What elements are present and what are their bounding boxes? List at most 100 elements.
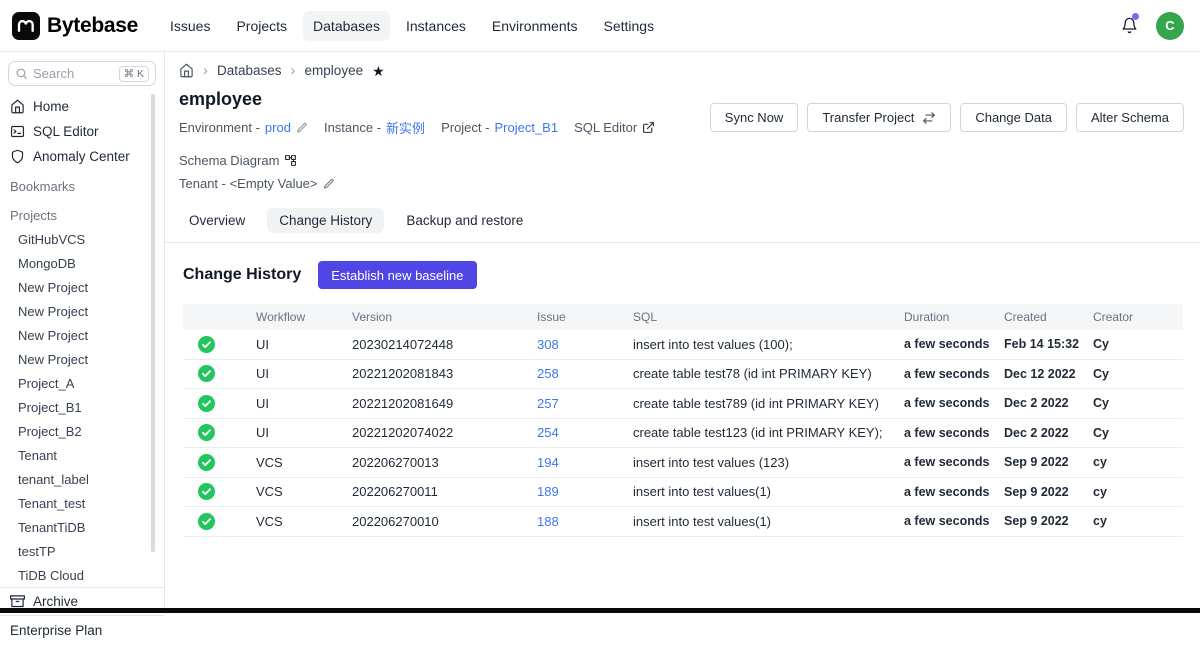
issue-link[interactable]: 308 (537, 337, 559, 352)
environment-link[interactable]: prod (265, 120, 291, 135)
duration-cell: a few seconds (904, 514, 1004, 528)
issue-link[interactable]: 257 (537, 396, 559, 411)
sidebar-project-item[interactable]: New Project (0, 275, 164, 299)
issue-link[interactable]: 188 (537, 514, 559, 529)
version-cell: 202206270011 (352, 484, 537, 499)
history-row[interactable]: VCS202206270013194insert into test value… (183, 448, 1183, 478)
sidebar-project-item[interactable]: TiDB Cloud (0, 563, 164, 587)
database-meta-row-2: Tenant - <Empty Value> (179, 176, 710, 191)
issue-link[interactable]: 194 (537, 455, 559, 470)
column-header-duration: Duration (904, 310, 1004, 324)
nav-item-environments[interactable]: Environments (482, 11, 588, 41)
issue-link[interactable]: 258 (537, 366, 559, 381)
alter-schema-button[interactable]: Alter Schema (1076, 103, 1184, 132)
bookmark-star-icon[interactable]: ★ (372, 64, 385, 78)
section-title: Change History (183, 266, 301, 284)
project-meta: Project - Project_B1 (441, 120, 558, 135)
transfer-project-button[interactable]: Transfer Project (807, 103, 951, 132)
tab-bar: Overview Change History Backup and restore (165, 199, 1200, 243)
workflow-cell: UI (256, 396, 352, 411)
workflow-cell: VCS (256, 484, 352, 499)
history-row[interactable]: UI20221202074022254create table test123 … (183, 419, 1183, 449)
duration-cell: a few seconds (904, 337, 1004, 351)
history-row[interactable]: UI20230214072448308insert into test valu… (183, 330, 1183, 360)
schema-diagram-icon (284, 154, 297, 167)
shield-icon (10, 149, 25, 164)
bookmarks-section-label: Bookmarks (0, 169, 164, 198)
nav-item-projects[interactable]: Projects (226, 11, 297, 41)
sidebar-project-item[interactable]: Tenant (0, 443, 164, 467)
sidebar-project-item[interactable]: Tenant_test (0, 491, 164, 515)
history-table-head: WorkflowVersionIssueSQLDurationCreatedCr… (183, 304, 1183, 330)
environment-meta: Environment - prod (179, 120, 308, 135)
external-link-icon (642, 121, 655, 134)
sync-now-button[interactable]: Sync Now (710, 103, 799, 132)
edit-environment-pencil-icon[interactable] (296, 122, 308, 134)
sidebar: ⌘ K Home SQL Editor Anomaly Center Bookm… (0, 52, 165, 613)
sidebar-project-item[interactable]: TenantTiDB (0, 515, 164, 539)
notification-bell-icon[interactable] (1121, 17, 1138, 34)
sidebar-project-item[interactable]: New Project (0, 347, 164, 371)
created-cell: Dec 2 2022 (1004, 396, 1093, 410)
schema-diagram-shortcut[interactable]: Schema Diagram (179, 153, 297, 168)
breadcrumb-separator: › (203, 63, 208, 78)
breadcrumb-databases[interactable]: Databases (217, 63, 282, 78)
nav-item-databases[interactable]: Databases (303, 11, 390, 41)
tab-backup-and-restore[interactable]: Backup and restore (394, 208, 535, 233)
sql-cell: insert into test values (100); (633, 337, 904, 352)
project-link[interactable]: Project_B1 (494, 120, 558, 135)
sidebar-scrollbar[interactable] (151, 94, 155, 552)
sidebar-project-item[interactable]: Project_B1 (0, 395, 164, 419)
sidebar-item-home[interactable]: Home (0, 94, 164, 119)
issue-link[interactable]: 189 (537, 484, 559, 499)
change-data-button[interactable]: Change Data (960, 103, 1067, 132)
sql-cell: insert into test values (123) (633, 455, 904, 470)
transfer-arrows-icon (922, 111, 936, 125)
sql-cell: create table test123 (id int PRIMARY KEY… (633, 425, 904, 440)
sidebar-project-item[interactable]: tenant_label (0, 467, 164, 491)
edit-tenant-pencil-icon[interactable] (323, 178, 335, 190)
sql-cell: insert into test values(1) (633, 514, 904, 529)
projects-section-label: Projects (0, 198, 164, 227)
page-header-left: employee Environment - prod Instance - 新… (179, 87, 710, 199)
tab-change-history[interactable]: Change History (267, 208, 384, 233)
brand[interactable]: Bytebase (12, 12, 138, 40)
history-row[interactable]: VCS202206270011189insert into test value… (183, 478, 1183, 508)
creator-cell: cy (1093, 455, 1183, 469)
sidebar-projects-list: GitHubVCSMongoDBNew ProjectNew ProjectNe… (0, 227, 164, 587)
sidebar-project-item[interactable]: testTP (0, 539, 164, 563)
search-box[interactable]: ⌘ K (8, 61, 156, 86)
page-title: employee (179, 89, 710, 110)
nav-item-issues[interactable]: Issues (160, 11, 220, 41)
nav-item-settings[interactable]: Settings (594, 11, 665, 41)
sql-editor-shortcut[interactable]: SQL Editor (574, 120, 655, 135)
bottom-edge-bar (0, 608, 1200, 613)
history-row[interactable]: UI20221202081649257create table test789 … (183, 389, 1183, 419)
brand-name: Bytebase (47, 14, 138, 38)
history-row[interactable]: VCS202206270010188insert into test value… (183, 507, 1183, 537)
main-content: › Databases › employee ★ employee Enviro… (165, 52, 1200, 613)
home-breadcrumb-icon[interactable] (179, 63, 194, 78)
version-cell: 20221202081843 (352, 366, 537, 381)
search-input[interactable] (33, 66, 99, 81)
version-cell: 20221202081649 (352, 396, 537, 411)
tab-overview[interactable]: Overview (177, 208, 257, 233)
sidebar-project-item[interactable]: Project_B2 (0, 419, 164, 443)
search-icon (15, 67, 28, 80)
workflow-cell: UI (256, 366, 352, 381)
establish-baseline-button[interactable]: Establish new baseline (318, 261, 476, 289)
top-navbar: Bytebase IssuesProjectsDatabasesInstance… (0, 0, 1200, 52)
sidebar-project-item[interactable]: New Project (0, 299, 164, 323)
sidebar-item-sql-editor[interactable]: SQL Editor (0, 119, 164, 144)
nav-item-instances[interactable]: Instances (396, 11, 476, 41)
breadcrumb-employee[interactable]: employee (305, 63, 364, 78)
avatar[interactable]: C (1156, 12, 1184, 40)
sidebar-project-item[interactable]: New Project (0, 323, 164, 347)
instance-link[interactable]: 新实例 (386, 118, 425, 137)
sidebar-project-item[interactable]: Project_A (0, 371, 164, 395)
sidebar-item-anomaly-center[interactable]: Anomaly Center (0, 144, 164, 169)
sidebar-project-item[interactable]: MongoDB (0, 251, 164, 275)
sidebar-project-item[interactable]: GitHubVCS (0, 227, 164, 251)
history-row[interactable]: UI20221202081843258create table test78 (… (183, 360, 1183, 390)
issue-link[interactable]: 254 (537, 425, 559, 440)
